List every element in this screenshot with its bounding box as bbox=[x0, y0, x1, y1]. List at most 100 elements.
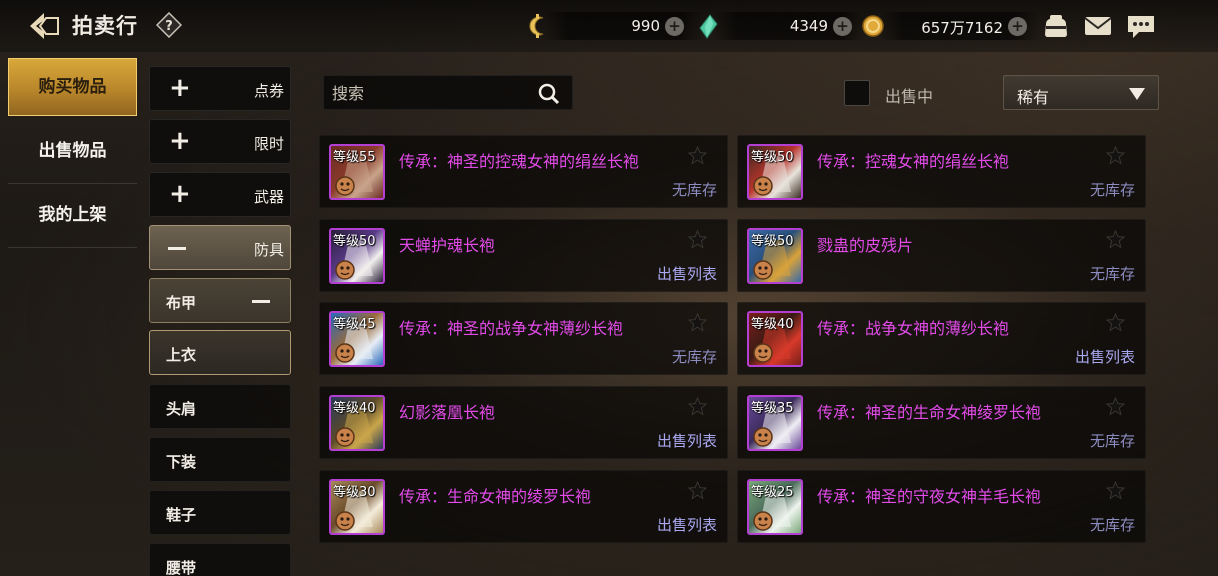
favorite-star-icon[interactable] bbox=[1106, 313, 1125, 332]
out-of-stock-label: 无库存 bbox=[671, 348, 717, 366]
item-card[interactable]: 等级40 传承：战争女神的薄纱长袍出售列表 bbox=[737, 302, 1146, 375]
item-card[interactable]: 等级45 传承：神圣的战争女神薄纱长袍 无库存 bbox=[319, 302, 728, 375]
search-icon[interactable] bbox=[537, 82, 561, 106]
help-icon: ? bbox=[155, 11, 183, 39]
item-name: 传承：控魂女神的绢丝长袍 bbox=[817, 152, 1010, 171]
add-currency-3-button[interactable]: + bbox=[1008, 17, 1027, 36]
subcategory-top[interactable]: 上衣 bbox=[149, 330, 291, 375]
expand-plus-icon: + bbox=[169, 179, 191, 209]
item-card[interactable]: 等级25 传承：神圣的守夜女神羊毛长袍 无库存 bbox=[737, 470, 1146, 543]
search-input[interactable] bbox=[332, 82, 532, 104]
item-card[interactable]: 等级50 天蝉护魂长袍出售列表 bbox=[319, 219, 728, 292]
tab-my-listings[interactable]: 我的上架 bbox=[8, 186, 137, 244]
item-level: 等级50 bbox=[751, 150, 794, 165]
top-bar: 拍卖行 ? 990 + 4349 + 657万7162 + bbox=[0, 0, 1218, 52]
favorite-star-icon[interactable] bbox=[1106, 397, 1125, 416]
sale-list-link[interactable]: 出售列表 bbox=[1075, 346, 1135, 367]
tab-sell-items[interactable]: 出售物品 bbox=[8, 122, 137, 180]
item-level: 等级50 bbox=[751, 234, 794, 249]
chat-icon[interactable] bbox=[1125, 10, 1157, 42]
pouch-icon[interactable] bbox=[1040, 10, 1072, 42]
item-level: 等级50 bbox=[333, 234, 376, 249]
back-button[interactable] bbox=[26, 9, 62, 43]
subcategory-label: 上衣 bbox=[166, 346, 197, 364]
search-box bbox=[323, 75, 573, 110]
item-level: 等级25 bbox=[751, 485, 794, 500]
out-of-stock-label: 无库存 bbox=[1089, 432, 1135, 450]
subcategory-head-shoulder[interactable]: 头肩 bbox=[149, 384, 291, 429]
item-name: 戮蛊的皮残片 bbox=[817, 236, 914, 255]
out-of-stock-label: 无库存 bbox=[1089, 265, 1135, 283]
tab-divider bbox=[8, 183, 137, 184]
item-name: 天蝉护魂长袍 bbox=[399, 236, 496, 255]
green-crystal-icon bbox=[694, 12, 722, 40]
subcategory-shoes[interactable]: 鞋子 bbox=[149, 490, 291, 535]
on-sale-checkbox[interactable] bbox=[844, 80, 870, 106]
currency-value-2: 4349 bbox=[789, 17, 828, 35]
out-of-stock-label: 无库存 bbox=[671, 181, 717, 199]
currency-value-1: 990 bbox=[631, 17, 660, 35]
item-card[interactable]: 等级40 幻影落凰长袍出售列表 bbox=[319, 386, 728, 459]
item-thumbnail: 等级40 bbox=[329, 395, 385, 451]
item-card[interactable]: 等级30 传承：生命女神的绫罗长袍 出售列表 bbox=[319, 470, 728, 543]
item-card[interactable]: 等级35 传承：神圣的生命女神绫罗长袍无库存 bbox=[737, 386, 1146, 459]
category-label: 武器 bbox=[253, 188, 284, 206]
item-name: 传承：神圣的生命女神绫罗长袍 bbox=[817, 403, 1042, 422]
back-arrow-icon bbox=[30, 13, 59, 39]
item-thumbnail: 等级30 bbox=[329, 479, 385, 535]
category-label: 限时 bbox=[253, 135, 284, 153]
favorite-star-icon[interactable] bbox=[688, 146, 707, 165]
favorite-star-icon[interactable] bbox=[1106, 481, 1125, 500]
category-armor[interactable]: 防具 bbox=[149, 225, 291, 270]
sale-list-link[interactable]: 出售列表 bbox=[657, 430, 717, 451]
tab-divider bbox=[8, 247, 137, 248]
crescent-coin-icon bbox=[524, 12, 552, 40]
favorite-star-icon[interactable] bbox=[1106, 230, 1125, 249]
sale-list-link[interactable]: 出售列表 bbox=[657, 514, 717, 535]
favorite-star-icon[interactable] bbox=[1106, 146, 1125, 165]
item-name: 传承：战争女神的薄纱长袍 bbox=[817, 319, 1010, 338]
subcategory-label: 下装 bbox=[166, 453, 197, 471]
svg-text:?: ? bbox=[165, 19, 173, 34]
add-currency-1-button[interactable]: + bbox=[665, 17, 684, 36]
category-vouchers[interactable]: + 点券 bbox=[149, 66, 291, 111]
item-level: 等级45 bbox=[333, 317, 376, 332]
sale-list-link[interactable]: 出售列表 bbox=[657, 263, 717, 284]
item-thumbnail: 等级50 bbox=[747, 228, 803, 284]
favorite-star-icon[interactable] bbox=[688, 230, 707, 249]
item-level: 等级30 bbox=[333, 485, 376, 500]
item-card[interactable]: 等级55 传承：神圣的控魂女神的绢丝长袍 无库存 bbox=[319, 135, 728, 208]
mail-icon[interactable] bbox=[1082, 10, 1114, 42]
item-card[interactable]: 等级50 戮蛊的皮残片无库存 bbox=[737, 219, 1146, 292]
item-level: 等级40 bbox=[333, 401, 376, 416]
currency-value-3: 657万7162 bbox=[921, 19, 1003, 37]
category-label: 防具 bbox=[253, 241, 284, 259]
item-thumbnail: 等级35 bbox=[747, 395, 803, 451]
rarity-selected-value: 稀有 bbox=[1017, 88, 1050, 107]
item-thumbnail: 等级25 bbox=[747, 479, 803, 535]
add-currency-2-button[interactable]: + bbox=[833, 17, 852, 36]
subcategory-label: 布甲 bbox=[166, 294, 197, 312]
favorite-star-icon[interactable] bbox=[688, 397, 707, 416]
favorite-star-icon[interactable] bbox=[688, 313, 707, 332]
item-thumbnail: 等级55 bbox=[329, 144, 385, 200]
item-thumbnail: 等级45 bbox=[329, 311, 385, 367]
subcategory-label: 头肩 bbox=[166, 400, 197, 418]
item-level: 等级55 bbox=[333, 150, 376, 165]
subcategory-belt[interactable]: 腰带 bbox=[149, 543, 291, 576]
rarity-dropdown[interactable]: 稀有 bbox=[1003, 75, 1159, 110]
gold-coin-icon bbox=[859, 12, 887, 40]
subcategory-bottom[interactable]: 下装 bbox=[149, 437, 291, 482]
item-name: 幻影落凰长袍 bbox=[399, 403, 496, 422]
category-limited[interactable]: + 限时 bbox=[149, 119, 291, 164]
help-button[interactable]: ? bbox=[155, 11, 183, 39]
tab-buy-items[interactable]: 购买物品 bbox=[8, 58, 137, 116]
item-thumbnail: 等级40 bbox=[747, 311, 803, 367]
favorite-star-icon[interactable] bbox=[688, 481, 707, 500]
subcategory-cloth[interactable]: 布甲 bbox=[149, 278, 291, 323]
item-card[interactable]: 等级50 传承：控魂女神的绢丝长袍 无库存 bbox=[737, 135, 1146, 208]
subcategory-label: 腰带 bbox=[166, 559, 197, 576]
item-level: 等级40 bbox=[751, 317, 794, 332]
on-sale-label: 出售中 bbox=[885, 87, 934, 106]
category-weapons[interactable]: + 武器 bbox=[149, 172, 291, 217]
